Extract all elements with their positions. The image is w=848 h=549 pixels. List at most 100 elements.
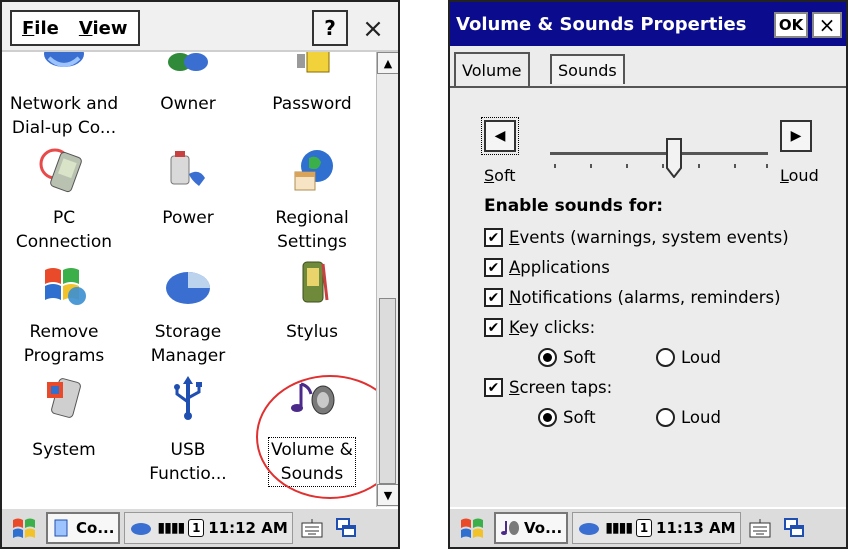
volume-decrease-button[interactable]: ◀ <box>481 117 519 155</box>
system-tray[interactable]: ▮▮▮▮ 1 11:13 AM <box>572 512 741 544</box>
item-owner[interactable]: Owner <box>126 52 250 142</box>
radio-icon <box>656 348 675 367</box>
taskbar-task-button[interactable]: Vo... <box>494 512 569 544</box>
tab-volume[interactable]: Volume <box>454 52 530 86</box>
dialog-title: Volume & Sounds Properties <box>456 13 747 35</box>
item-system[interactable]: System <box>2 374 126 492</box>
item-volume-sounds[interactable]: Volume & Sounds <box>250 374 374 492</box>
notifications-checkbox[interactable]: ✔ Notifications (alarms, reminders) <box>484 288 781 307</box>
radio-dot <box>543 413 552 422</box>
radio-label: Soft <box>563 408 596 427</box>
slider-tick <box>766 164 768 168</box>
task-label: Co... <box>76 519 115 537</box>
clock: 11:12 AM <box>208 519 288 537</box>
volume-sounds-icon <box>291 382 335 415</box>
item-label: Storage Manager <box>150 322 226 366</box>
control-panel-screen: File View ? × Network and Dial-up Co... … <box>0 0 400 549</box>
radio-icon <box>538 408 557 427</box>
radio-icon <box>538 348 557 367</box>
item-power[interactable]: Power <box>126 144 250 256</box>
signal-icon: ▮▮▮▮ <box>605 520 633 536</box>
system-tray[interactable]: ▮▮▮▮ 1 11:12 AM <box>124 512 293 544</box>
item-remove-programs[interactable]: Remove Programs <box>2 258 126 372</box>
volume-slider-track[interactable] <box>550 152 768 155</box>
applications-checkbox[interactable]: ✔ Applications <box>484 258 610 277</box>
item-label: Owner <box>160 94 216 114</box>
checkbox-icon: ✔ <box>484 288 503 307</box>
key-clicks-checkbox[interactable]: ✔ Key clicks: <box>484 318 595 337</box>
connectivity-icon <box>131 523 152 535</box>
screen-taps-checkbox[interactable]: ✔ Screen taps: <box>484 378 612 397</box>
windows-switch-icon[interactable] <box>331 512 361 544</box>
item-label: Stylus <box>286 322 338 342</box>
owner-icon <box>168 53 208 71</box>
stylus-icon <box>302 261 329 303</box>
taskbar-task-button[interactable]: Co... <box>46 512 121 544</box>
item-pc-connection[interactable]: PC Connection <box>2 144 126 256</box>
scroll-thumb[interactable] <box>379 298 396 484</box>
slider-tick <box>590 164 592 168</box>
item-usb[interactable]: USB Functio... <box>126 374 250 492</box>
clock: 11:13 AM <box>656 519 736 537</box>
tab-divider <box>450 86 846 88</box>
storage-manager-icon <box>166 272 210 304</box>
slider-loud-label: Loud <box>780 166 819 185</box>
ok-button[interactable]: OK <box>774 12 808 38</box>
vertical-scrollbar[interactable]: ▲ ▼ <box>376 52 398 508</box>
item-password[interactable]: Password <box>250 52 374 142</box>
enable-sounds-heading: Enable sounds for: <box>484 196 664 216</box>
keyboard-icon[interactable] <box>745 512 775 544</box>
connectivity-icon <box>579 523 600 535</box>
slider-tick <box>698 164 700 168</box>
checkbox-label: Key clicks: <box>509 318 596 337</box>
password-icon <box>297 52 330 73</box>
file-menu[interactable]: File <box>12 18 69 39</box>
checkbox-label: Notifications (alarms, reminders) <box>509 288 781 307</box>
checkbox-label: Screen taps: <box>509 378 613 397</box>
close-button[interactable]: × <box>812 12 842 38</box>
windows-switch-icon[interactable] <box>779 512 809 544</box>
menu-group: File View <box>10 10 140 46</box>
item-label: Password <box>272 94 352 114</box>
left-arrow-icon: ◀ <box>494 128 506 144</box>
volume-increase-button[interactable]: ▶ <box>780 120 812 152</box>
key-clicks-soft-radio[interactable]: Soft <box>538 348 596 367</box>
events-checkbox[interactable]: ✔ Events (warnings, system events) <box>484 228 789 247</box>
close-button[interactable]: × <box>356 12 390 46</box>
scroll-down-icon[interactable]: ▼ <box>377 484 398 506</box>
slider-tick <box>554 164 556 168</box>
control-panel-icon <box>54 519 68 537</box>
radio-label: Loud <box>681 348 721 367</box>
right-arrow-icon: ▶ <box>790 128 802 144</box>
volume-sounds-dialog: Volume & Sounds Properties OK × Volume S… <box>448 0 848 549</box>
item-regional-settings[interactable]: Regional Settings <box>250 144 374 256</box>
slider-tick <box>734 164 736 168</box>
tab-sounds[interactable]: Sounds <box>550 54 625 84</box>
help-button[interactable]: ? <box>312 10 348 46</box>
start-icon[interactable] <box>6 512 42 544</box>
volume-slider-thumb[interactable] <box>666 138 683 178</box>
screen-taps-soft-radio[interactable]: Soft <box>538 408 596 427</box>
signal-icon: ▮▮▮▮ <box>157 520 185 536</box>
item-network[interactable]: Network and Dial-up Co... <box>2 52 126 142</box>
keyboard-icon[interactable] <box>297 512 327 544</box>
checkbox-icon: ✔ <box>484 258 503 277</box>
task-label: Vo... <box>524 519 563 537</box>
item-storage-manager[interactable]: Storage Manager <box>126 258 250 372</box>
taskbar: Co... ▮▮▮▮ 1 11:12 AM <box>2 507 398 547</box>
slider-tick <box>626 164 628 168</box>
checkbox-icon: ✔ <box>484 378 503 397</box>
item-label: Volume & Sounds <box>268 437 356 487</box>
screen-taps-loud-radio[interactable]: Loud <box>656 408 721 427</box>
control-panel-grid: Network and Dial-up Co... Owner Password… <box>2 52 374 492</box>
title-bar: Volume & Sounds Properties OK × <box>450 2 846 46</box>
start-icon[interactable] <box>454 512 490 544</box>
item-label: USB Functio... <box>149 440 227 484</box>
scroll-up-icon[interactable]: ▲ <box>377 52 398 74</box>
item-label: Remove Programs <box>23 322 105 366</box>
network-icon <box>44 52 84 67</box>
key-clicks-loud-radio[interactable]: Loud <box>656 348 721 367</box>
slider-soft-label: Soft <box>484 166 516 185</box>
item-stylus[interactable]: Stylus <box>250 258 374 372</box>
view-menu[interactable]: View <box>69 18 138 39</box>
